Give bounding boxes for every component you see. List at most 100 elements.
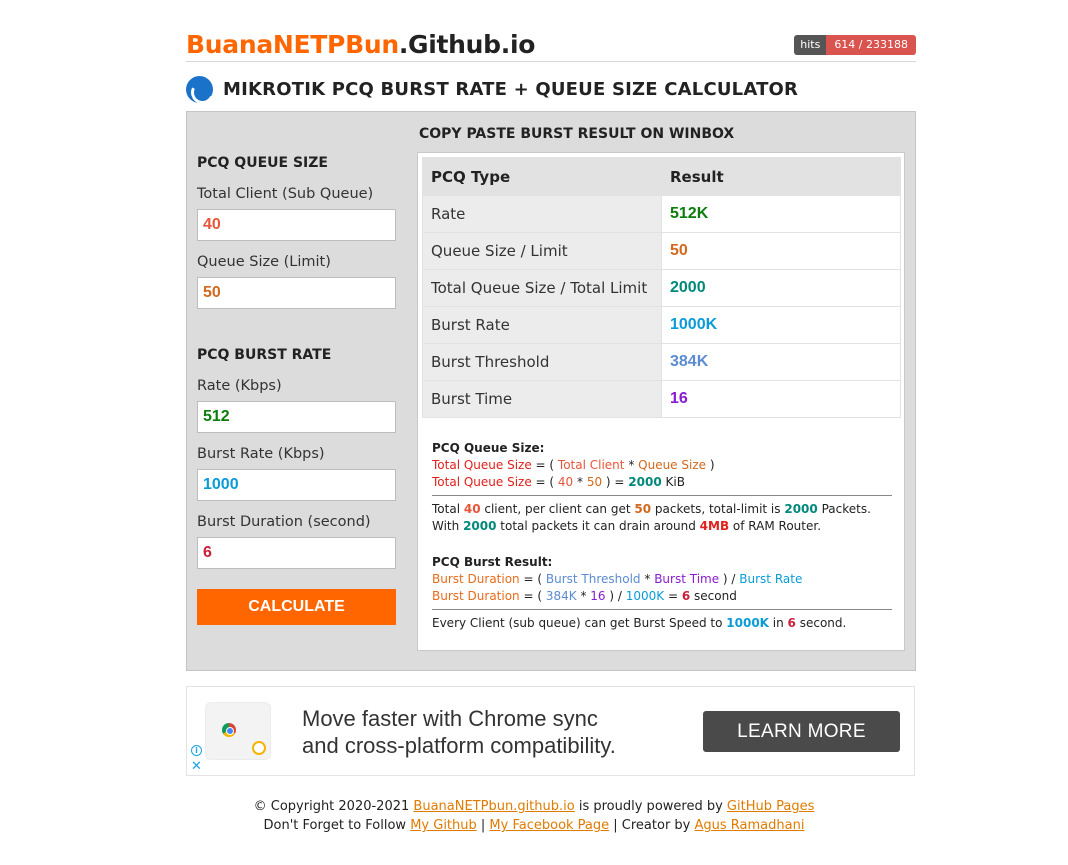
table-row: Burst Time 16: [422, 380, 901, 418]
calculator-panel: PCQ QUEUE SIZE Total Client (Sub Queue) …: [186, 111, 916, 671]
calc-2000: 2000: [628, 475, 662, 489]
bsum-c: second.: [795, 616, 847, 630]
calc-close-eq: ) =: [602, 475, 629, 489]
sum1-40: 40: [463, 502, 481, 516]
queue-size-notes-heading: PCQ Queue Size:: [432, 441, 545, 455]
follow-text: Don't Forget to Follow: [263, 818, 411, 833]
burst-duration-input[interactable]: 6: [197, 537, 396, 569]
bformula-btime: Burst Time: [654, 572, 720, 586]
formula-close: ): [706, 458, 715, 472]
ad-headline[interactable]: Move faster with Chrome sync and cross-p…: [302, 705, 616, 759]
formula-total-client: Total Client: [557, 458, 625, 472]
footer-line-1: © Copyright 2020-2021 BuanaNETPbun.githu…: [0, 797, 1068, 816]
my-github-link[interactable]: My Github: [410, 818, 477, 833]
queue-size-section-title: PCQ QUEUE SIZE: [197, 155, 328, 171]
ad-banner[interactable]: Move faster with Chrome sync and cross-p…: [186, 686, 915, 776]
hits-label: hits: [794, 35, 827, 55]
formula-queue-size: Queue Size: [638, 458, 707, 472]
queue-size-input[interactable]: 50: [197, 277, 396, 309]
powered-text: is proudly powered by: [574, 799, 727, 814]
bcalc-star: *: [576, 589, 591, 603]
burst-rate-input[interactable]: 1000: [197, 469, 396, 501]
row-key-rate: Rate: [422, 195, 662, 233]
row-value-burst-threshold[interactable]: 384K: [661, 343, 901, 381]
ad-line-2[interactable]: and cross-platform compatibility.: [302, 732, 616, 759]
queue-size-label: Queue Size (Limit): [197, 254, 331, 270]
bsum-1000: 1000K: [726, 616, 769, 630]
burst-rate-section-title: PCQ BURST RATE: [197, 347, 332, 363]
ad-line-1[interactable]: Move faster with Chrome sync: [302, 705, 616, 732]
sum1-a: Total: [432, 502, 464, 516]
total-client-label: Total Client (Sub Queue): [197, 186, 374, 202]
table-row: Queue Size / Limit 50: [422, 232, 901, 270]
burst-duration-label: Burst Duration (second): [197, 514, 371, 530]
sum2-a: With: [432, 519, 464, 533]
ad-thumbnail-image[interactable]: [205, 702, 271, 760]
row-value-burst-time[interactable]: 16: [661, 380, 901, 418]
bsum-b: in: [768, 616, 788, 630]
result-table: PCQ Type Result Rate 512K Queue Size / L…: [422, 157, 901, 418]
row-value-rate[interactable]: 512K: [661, 195, 901, 233]
result-title: COPY PASTE BURST RESULT ON WINBOX: [419, 126, 735, 142]
bformula-slash: ) /: [719, 572, 740, 586]
site-title-domain[interactable]: .Github.io: [399, 30, 536, 59]
sum2-2000: 2000: [463, 519, 497, 533]
bsum-a: Every Client (sub queue) can get Burst S…: [432, 616, 727, 630]
calc-kib: KiB: [661, 475, 685, 489]
table-row: Burst Rate 1000K: [422, 306, 901, 344]
sum1-50: 50: [634, 502, 652, 516]
row-key-burst-time: Burst Time: [422, 380, 662, 418]
rate-input[interactable]: 512: [197, 401, 396, 433]
calc-40: 40: [557, 475, 574, 489]
column-header-result: Result: [661, 157, 901, 196]
burst-formula: Burst Duration = ( Burst Threshold * Bur…: [432, 571, 892, 588]
site-header: BuanaNETPBun.Github.io hits 614 / 233188: [186, 30, 916, 62]
row-key-burst-threshold: Burst Threshold: [422, 343, 662, 381]
footer-line-2: Don't Forget to Follow My Github | My Fa…: [0, 816, 1068, 835]
row-value-queue-size[interactable]: 50: [661, 232, 901, 270]
burst-notes-heading: PCQ Burst Result:: [432, 555, 553, 569]
row-value-total-queue-size[interactable]: 2000: [661, 269, 901, 307]
bcalc-second: second: [690, 589, 737, 603]
row-value-burst-rate[interactable]: 1000K: [661, 306, 901, 344]
calculate-button[interactable]: CALCULATE: [197, 589, 396, 625]
hits-badge: hits 614 / 233188: [794, 35, 916, 55]
column-header-type: PCQ Type: [422, 157, 662, 196]
row-key-burst-rate: Burst Rate: [422, 306, 662, 344]
github-pages-link[interactable]: GitHub Pages: [727, 799, 814, 814]
my-facebook-link[interactable]: My Facebook Page: [489, 818, 609, 833]
bcalc-1000: 1000K: [625, 589, 665, 603]
table-row: Rate 512K: [422, 195, 901, 233]
queue-size-formula: Total Queue Size = ( Total Client * Queu…: [432, 457, 892, 474]
bformula-bd: Burst Duration: [432, 572, 520, 586]
bformula-br: Burst Rate: [739, 572, 803, 586]
site-title-brand[interactable]: BuanaNETPBun: [186, 30, 399, 59]
sum1-b: client, per client can get: [480, 502, 635, 516]
site-link[interactable]: BuanaNETPbun.github.io: [413, 799, 574, 814]
bformula-star: *: [640, 572, 655, 586]
rate-label: Rate (Kbps): [197, 378, 282, 394]
total-client-input[interactable]: 40: [197, 209, 396, 241]
author-link[interactable]: Agus Ramadhani: [695, 818, 805, 833]
explanation-notes: PCQ Queue Size: Total Queue Size = ( Tot…: [432, 440, 892, 632]
queue-summary-line-2: With 2000 total packets it can drain aro…: [432, 518, 892, 535]
ad-info-icon[interactable]: i: [191, 745, 202, 756]
sum2-4mb: 4MB: [699, 519, 730, 533]
burst-rate-label: Burst Rate (Kbps): [197, 446, 325, 462]
row-key-queue-size: Queue Size / Limit: [422, 232, 662, 270]
formula-star: *: [624, 458, 639, 472]
queue-size-computation: Total Queue Size = ( 40 * 50 ) = 2000 Ki…: [432, 474, 892, 491]
learn-more-button[interactable]: LEARN MORE: [703, 711, 900, 752]
site-footer: © Copyright 2020-2021 BuanaNETPbun.githu…: [0, 797, 1068, 835]
sum1-2000: 2000: [784, 502, 818, 516]
ad-close-icon[interactable]: ✕: [191, 760, 202, 773]
formula-eq: = (: [531, 458, 558, 472]
chrome-icon: [222, 723, 236, 737]
table-row: Burst Threshold 384K: [422, 343, 901, 381]
page-title-row: MIKROTIK PCQ BURST RATE + QUEUE SIZE CAL…: [186, 75, 798, 103]
sum2-b: total packets it can drain around: [496, 519, 700, 533]
queue-summary-line-1: Total 40 client, per client can get 50 p…: [432, 501, 892, 518]
bformula-eq: = (: [519, 572, 546, 586]
result-box: PCQ Type Result Rate 512K Queue Size / L…: [417, 152, 905, 651]
site-title[interactable]: BuanaNETPBun.Github.io: [186, 30, 535, 59]
